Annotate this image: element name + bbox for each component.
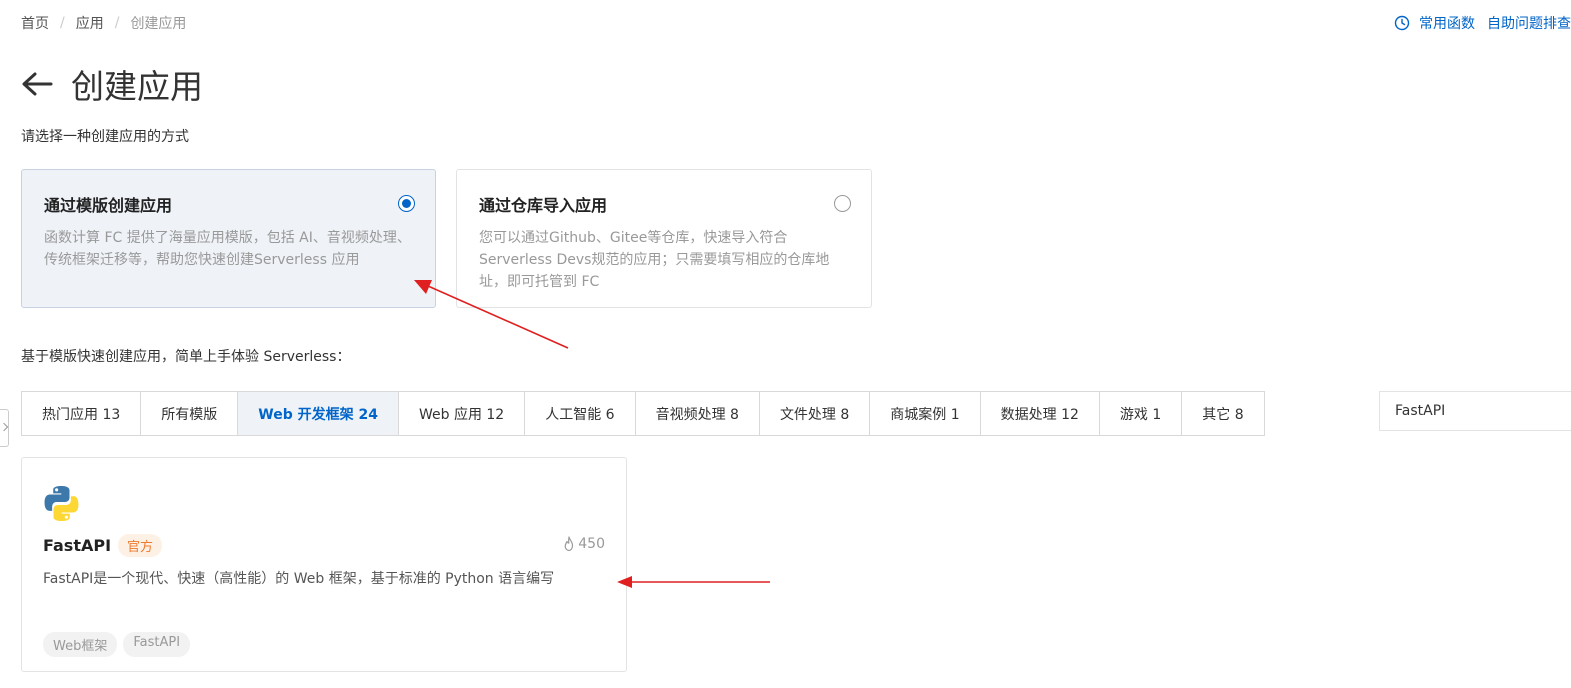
method-card-title: 通过仓库导入应用 xyxy=(479,196,608,215)
template-card-fastapi[interactable]: FastAPI 官方 450 FastAPI是一个现代、快速（高性能）的 Web… xyxy=(21,457,627,672)
breadcrumb-current: 创建应用 xyxy=(130,16,187,32)
annotation-arrow-to-fastapi-description xyxy=(617,576,770,588)
tab-data-processing[interactable]: 数据处理 12 xyxy=(981,392,1100,435)
category-tabs: 热门应用 13 所有模版 Web 开发框架 24 Web 应用 12 人工智能 … xyxy=(21,391,1265,436)
python-logo-icon xyxy=(44,485,79,522)
breadcrumb-separator: / xyxy=(114,15,120,31)
self-troubleshoot-link[interactable]: 自助问题排查 xyxy=(1487,13,1571,33)
side-panel-toggle[interactable] xyxy=(0,409,9,447)
official-badge: 官方 xyxy=(118,534,163,557)
tab-all-templates[interactable]: 所有模版 xyxy=(141,392,239,435)
arrow-left-icon[interactable] xyxy=(21,71,53,97)
radio-repository[interactable] xyxy=(834,195,851,212)
method-card-template[interactable]: 通过模版创建应用 函数计算 FC 提供了海量应用模版，包括 AI、音视频处理、传… xyxy=(21,169,436,308)
common-functions-link[interactable]: 常用函数 xyxy=(1419,13,1475,33)
tag-fastapi: FastAPI xyxy=(123,632,191,657)
template-tags: Web框架 FastAPI xyxy=(43,632,196,657)
breadcrumb-separator: / xyxy=(60,15,65,31)
clock-icon xyxy=(1394,15,1410,31)
tab-mall-cases[interactable]: 商城案例 1 xyxy=(870,392,981,435)
tab-ai[interactable]: 人工智能 6 xyxy=(525,392,636,435)
method-card-desc: 函数计算 FC 提供了海量应用模版，包括 AI、音视频处理、传统框架迁移等，帮助… xyxy=(44,230,411,268)
tab-web-apps[interactable]: Web 应用 12 xyxy=(399,392,526,435)
tab-web-frameworks[interactable]: Web 开发框架 24 xyxy=(238,392,399,435)
page-title: 创建应用 xyxy=(71,67,203,106)
method-card-repository[interactable]: 通过仓库导入应用 您可以通过Github、Gitee等仓库，快速导入符合 Ser… xyxy=(456,169,872,308)
template-description: FastAPI是一个现代、快速（高性能）的 Web 框架，基于标准的 Pytho… xyxy=(43,571,555,587)
tab-games[interactable]: 游戏 1 xyxy=(1100,392,1183,435)
breadcrumb-home[interactable]: 首页 xyxy=(21,13,49,33)
top-links: 常用函数 自助问题排查 xyxy=(1394,13,1571,33)
creation-method-prompt: 请选择一种创建应用的方式 xyxy=(21,129,189,145)
template-search-input[interactable] xyxy=(1379,391,1571,431)
template-name-row: FastAPI 官方 xyxy=(43,534,163,557)
radio-template-selected[interactable] xyxy=(398,195,415,212)
tag-web-framework: Web框架 xyxy=(43,632,118,657)
page-header: 创建应用 xyxy=(21,60,203,108)
tab-audio-video[interactable]: 音视频处理 8 xyxy=(636,392,760,435)
method-card-desc: 您可以通过Github、Gitee等仓库，快速导入符合 Serverless D… xyxy=(479,230,830,290)
tab-file-processing[interactable]: 文件处理 8 xyxy=(760,392,871,435)
method-card-title: 通过模版创建应用 xyxy=(44,196,173,215)
breadcrumb-apps[interactable]: 应用 xyxy=(76,13,104,33)
popularity-count: 450 xyxy=(562,536,605,552)
template-name: FastAPI xyxy=(43,536,112,555)
hot-count: 450 xyxy=(578,536,605,552)
flame-icon xyxy=(564,536,574,552)
tab-hot-apps[interactable]: 热门应用 13 xyxy=(22,392,142,435)
tab-others[interactable]: 其它 8 xyxy=(1182,392,1263,435)
templates-prompt: 基于模版快速创建应用，简单上手体验 Serverless： xyxy=(21,349,351,365)
breadcrumb: 首页 / 应用 / 创建应用 xyxy=(21,13,186,33)
